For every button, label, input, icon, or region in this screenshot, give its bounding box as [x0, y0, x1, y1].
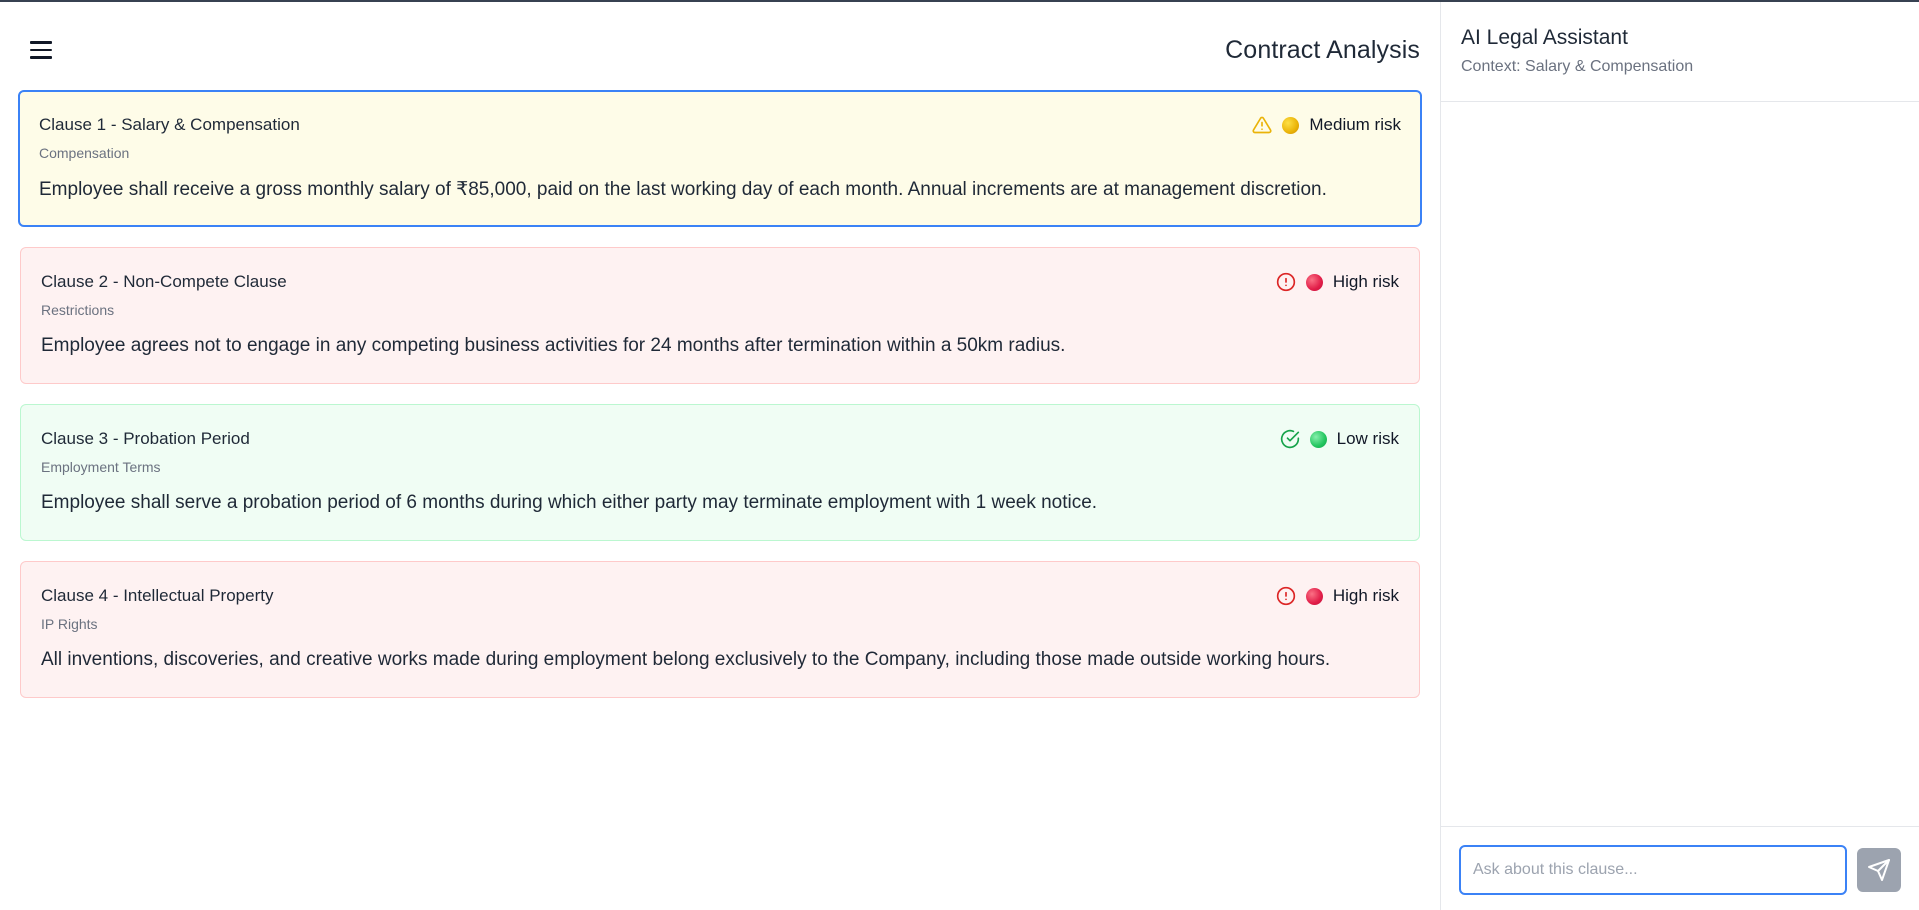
check-circle-icon: [1280, 429, 1300, 449]
clause-card[interactable]: Clause 1 - Salary & Compensation Compens…: [18, 90, 1422, 227]
page-title: Contract Analysis: [1225, 36, 1420, 64]
sidebar-context: Context: Salary & Compensation: [1461, 58, 1694, 75]
alert-circle-icon: [1276, 272, 1296, 292]
risk-label: High risk: [1332, 272, 1399, 291]
risk-indicator: High risk: [1276, 586, 1399, 606]
clause-text: Employee shall receive a gross monthly s…: [39, 179, 1327, 200]
clause-title: Clause 1 - Salary & Compensation: [39, 115, 300, 134]
send-icon: [1867, 858, 1891, 882]
alert-circle-icon: [1276, 586, 1296, 606]
clause-card[interactable]: Clause 2 - Non-Compete Clause Restrictio…: [20, 247, 1420, 384]
clause-category: Employment Terms: [41, 459, 161, 475]
clause-text: Employee agrees not to engage in any com…: [41, 335, 1066, 356]
clause-title: Clause 3 - Probation Period: [41, 429, 250, 448]
risk-dot: [1305, 587, 1323, 605]
risk-dot: [1305, 273, 1323, 291]
risk-dot: [1309, 430, 1327, 448]
warning-triangle-icon: [1252, 115, 1272, 135]
clause-text: All inventions, discoveries, and creativ…: [41, 649, 1331, 670]
chat-footer: [1441, 826, 1919, 910]
risk-label: High risk: [1332, 586, 1399, 605]
send-button[interactable]: [1857, 848, 1901, 892]
main-panel: Contract Analysis Clause 1 - Salary & Co…: [0, 2, 1440, 910]
clause-card[interactable]: Clause 4 - Intellectual Property IP Righ…: [20, 561, 1420, 698]
sidebar-title: AI Legal Assistant: [1461, 26, 1628, 49]
clause-category: IP Rights: [41, 616, 98, 632]
risk-indicator: Low risk: [1280, 429, 1399, 449]
assistant-sidebar: AI Legal Assistant Context: Salary & Com…: [1440, 2, 1919, 910]
clause-text: Employee shall serve a probation period …: [41, 492, 1098, 513]
clause-list: Clause 1 - Salary & Compensation Compens…: [18, 90, 1422, 718]
clause-category: Compensation: [39, 145, 130, 161]
risk-indicator: High risk: [1276, 272, 1399, 292]
risk-dot: [1282, 116, 1300, 134]
clause-title: Clause 2 - Non-Compete Clause: [41, 272, 287, 291]
chat-input[interactable]: [1459, 845, 1847, 895]
risk-label: Low risk: [1336, 429, 1399, 448]
clause-category: Restrictions: [41, 302, 115, 318]
risk-label: Medium risk: [1309, 115, 1401, 134]
risk-indicator: Medium risk: [1252, 115, 1401, 135]
clause-card[interactable]: Clause 3 - Probation Period Employment T…: [20, 404, 1420, 541]
hamburger-menu-icon[interactable]: [30, 35, 60, 65]
clause-title: Clause 4 - Intellectual Property: [41, 586, 274, 605]
sidebar-header: AI Legal Assistant Context: Salary & Com…: [1441, 2, 1919, 102]
